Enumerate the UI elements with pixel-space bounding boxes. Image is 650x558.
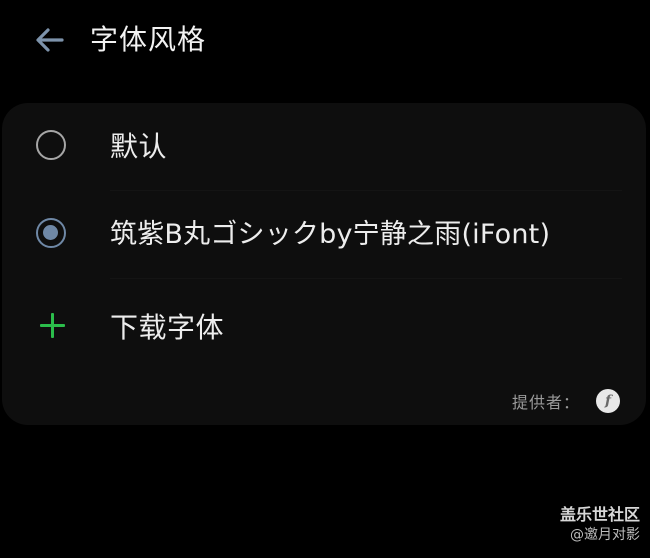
font-options-card: 默认 筑紫B丸ゴシックby宁静之雨(iFont) 下载字体 提供者： f [2, 103, 646, 425]
page-title: 字体风格 [90, 23, 207, 56]
watermark-title: 盖乐世社区 [559, 505, 640, 524]
option-tsukushi-font[interactable]: 筑紫B丸ゴシックby宁静之雨(iFont) [2, 191, 646, 279]
font-style-screen: 字体风格 默认 筑紫B丸ゴシックby宁静之雨(iFont) 下载字体 提供者： … [0, 0, 650, 558]
radio-unchecked-icon[interactable] [36, 130, 66, 160]
ifont-logo-icon[interactable]: f [596, 389, 620, 413]
header: 字体风格 [0, 0, 650, 80]
download-fonts-button[interactable]: 下载字体 [2, 284, 646, 372]
watermark: 盖乐世社区 @邀月对影 [560, 505, 640, 545]
provider-label: 提供者： [511, 393, 580, 412]
option-label: 下载字体 [110, 311, 225, 344]
option-label: 筑紫B丸ゴシックby宁静之雨(iFont) [110, 219, 551, 250]
radio-checked-icon[interactable] [36, 218, 66, 248]
provider-info: 提供者： f [512, 386, 620, 416]
option-default[interactable]: 默认 [2, 103, 646, 191]
plus-icon [39, 312, 67, 340]
divider [110, 278, 622, 279]
arrow-left-icon [36, 28, 64, 52]
logo-letter: f [604, 393, 612, 409]
radio-dot [43, 225, 58, 240]
option-label: 默认 [110, 130, 168, 163]
watermark-user: @邀月对影 [570, 527, 640, 543]
back-button[interactable] [30, 20, 70, 60]
